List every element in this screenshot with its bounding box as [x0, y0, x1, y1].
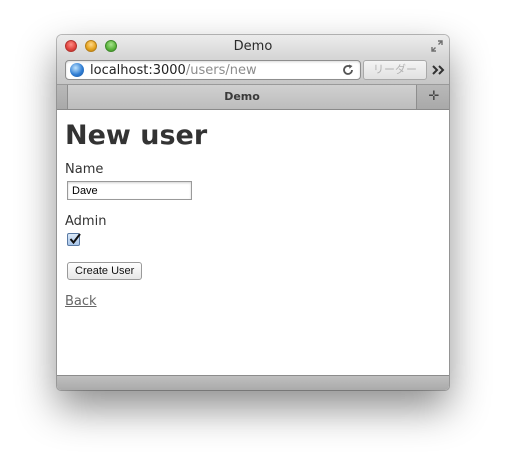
tab-demo[interactable]: Demo: [67, 85, 417, 109]
create-user-button[interactable]: Create User: [67, 262, 143, 280]
fullscreen-icon[interactable]: [430, 39, 444, 53]
name-label: Name: [65, 162, 104, 177]
browser-window: Demo localhost:3000/users/new リーダー Demo …: [57, 35, 449, 390]
new-tab-plus-icon[interactable]: ✛: [419, 85, 449, 109]
back-link[interactable]: Back: [65, 294, 97, 309]
status-bar: [57, 375, 449, 390]
url-path: /users/new: [185, 63, 257, 78]
url-host: localhost:3000: [90, 63, 186, 78]
checkmark-icon: [69, 233, 81, 245]
globe-icon: [70, 63, 84, 77]
title-bar[interactable]: Demo: [57, 35, 449, 58]
page-content: New user Name Admin Create User Back: [57, 110, 449, 375]
page-title: New user: [65, 120, 208, 151]
admin-checkbox[interactable]: [67, 233, 81, 246]
reload-icon[interactable]: [341, 63, 355, 77]
admin-label: Admin: [65, 214, 107, 229]
tab-bar: Demo ✛: [57, 85, 449, 110]
overflow-chevrons-icon[interactable]: [431, 63, 447, 77]
address-bar[interactable]: localhost:3000/users/new: [65, 60, 361, 80]
window-title: Demo: [233, 39, 273, 54]
url-text[interactable]: localhost:3000/users/new: [90, 63, 257, 78]
name-input[interactable]: [67, 181, 192, 200]
reader-button[interactable]: リーダー: [363, 60, 427, 80]
toolbar: localhost:3000/users/new リーダー: [57, 58, 449, 85]
